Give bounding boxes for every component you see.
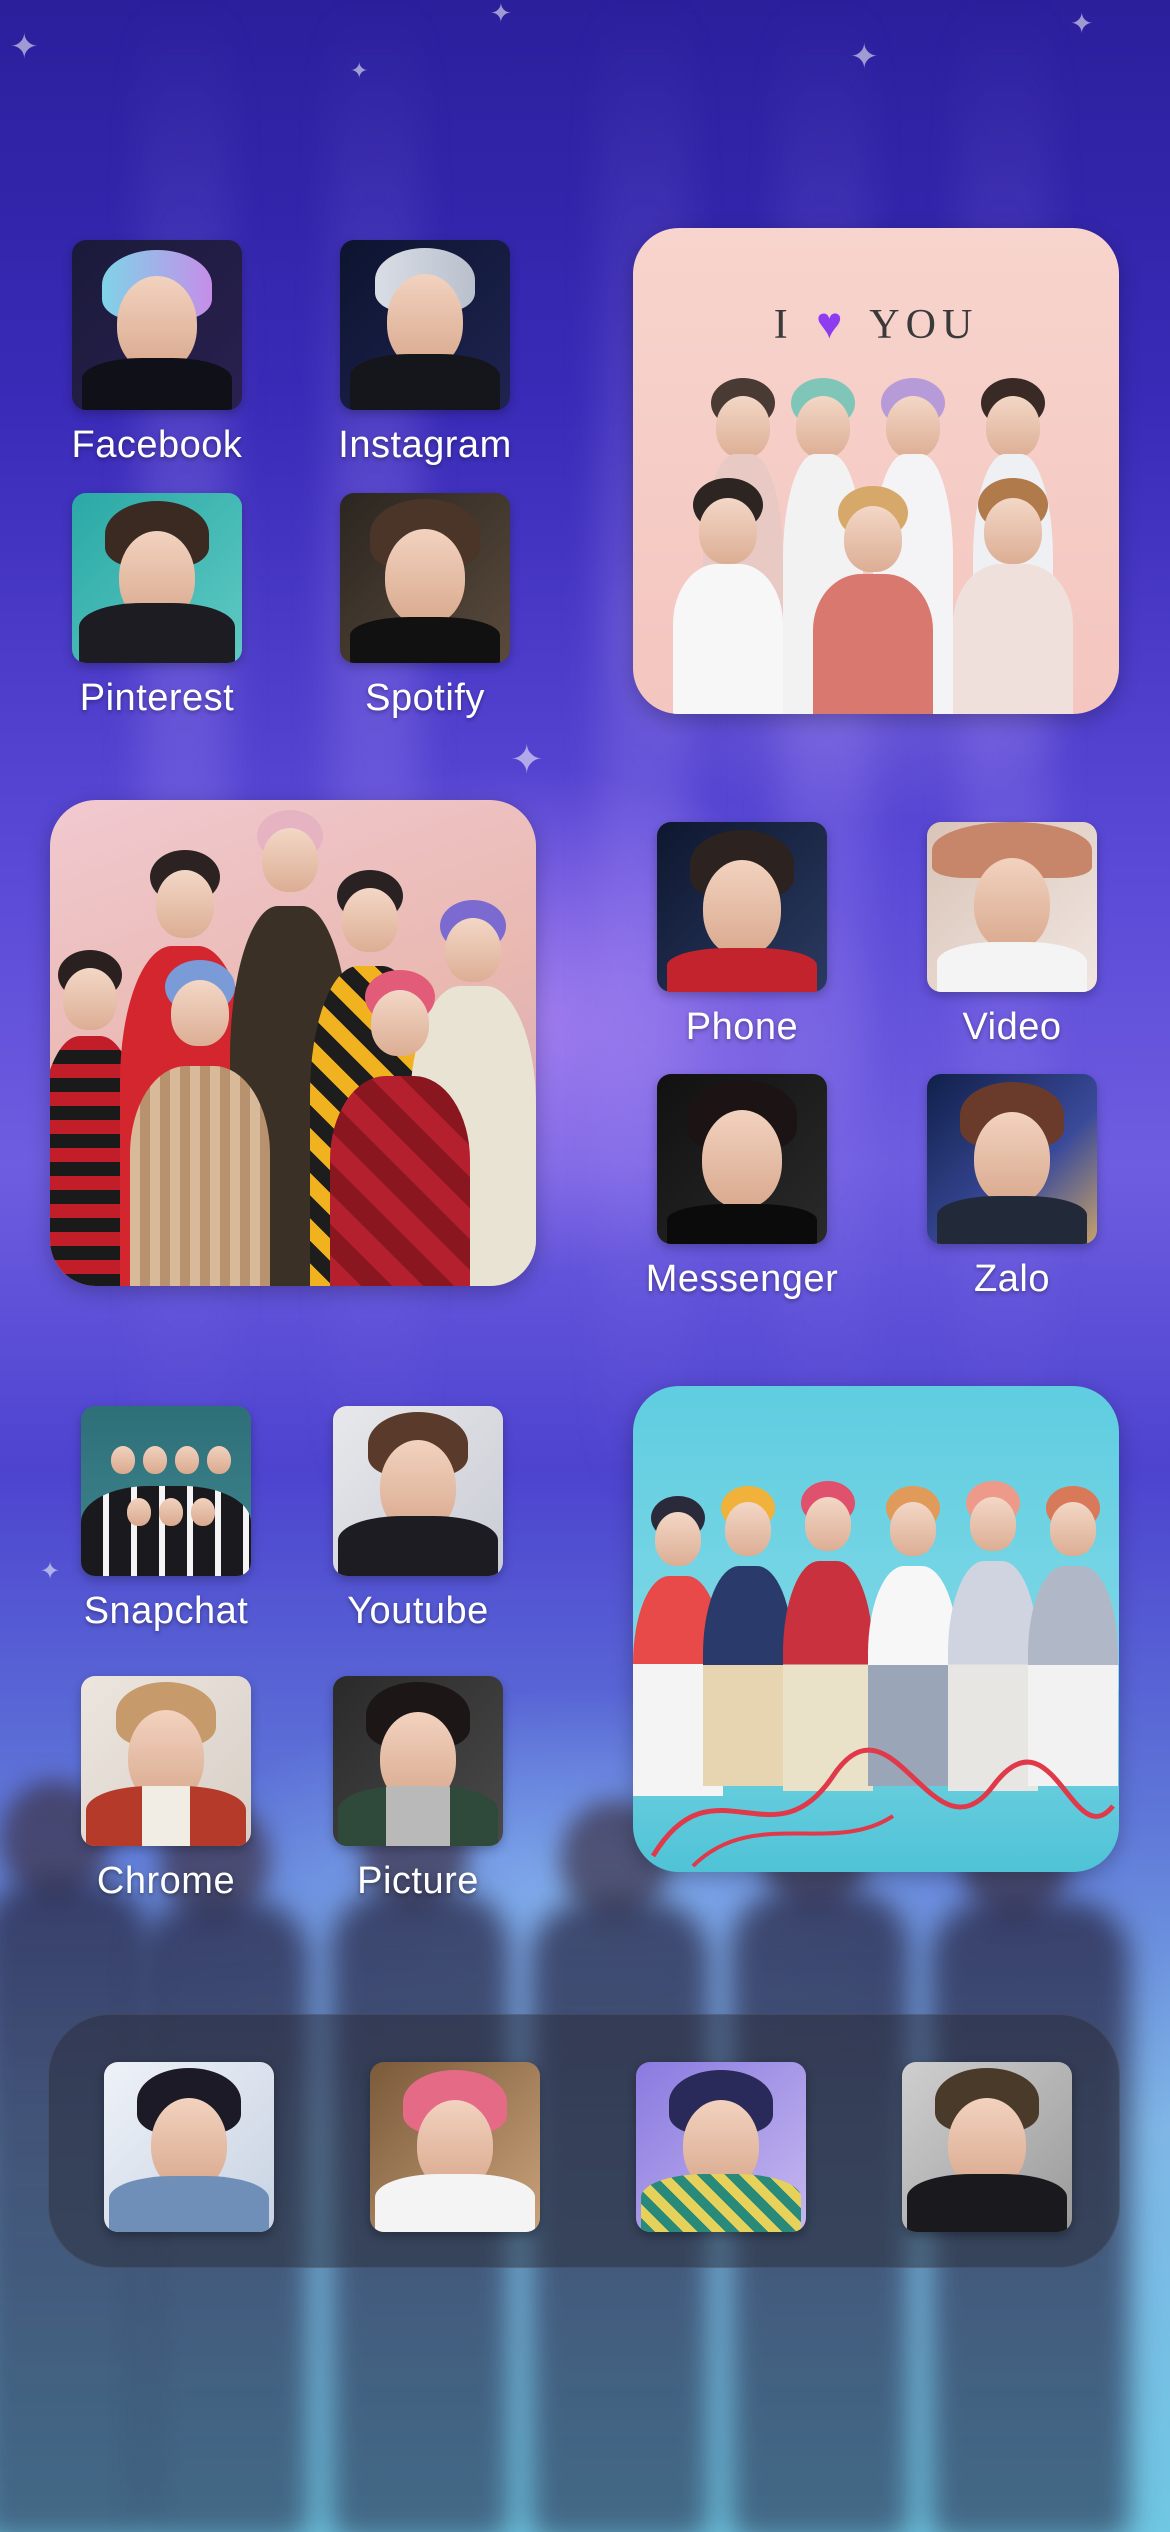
group-member: [953, 478, 1073, 714]
zalo-icon: [927, 1074, 1097, 1244]
app-zalo[interactable]: Zalo: [892, 1074, 1132, 1301]
photo-widget-group[interactable]: [50, 800, 536, 1286]
app-label: Chrome: [96, 1860, 236, 1902]
app-label: Instagram: [338, 424, 512, 466]
pinterest-icon: [72, 493, 242, 663]
home-screen: ✦ ✦ ✦ ✦ ✦ ✦ ✦ ✦ Facebook: [0, 0, 1170, 2532]
sparkle-icon: ✦: [1070, 8, 1094, 39]
picture-icon: [333, 1676, 503, 1846]
app-label: Messenger: [645, 1258, 839, 1300]
caption-word: I: [773, 302, 794, 348]
app-label: Snapchat: [83, 1590, 249, 1632]
group-member: [673, 478, 783, 714]
dock-app-2-icon[interactable]: [370, 2062, 540, 2232]
chrome-icon: [81, 1676, 251, 1846]
spotify-icon: [340, 493, 510, 663]
app-label: Phone: [685, 1006, 799, 1048]
snapchat-icon: [81, 1406, 251, 1576]
group-member: [330, 970, 470, 1286]
sparkle-icon: ✦: [10, 28, 39, 66]
app-label: Youtube: [347, 1590, 489, 1632]
dock-app-3-icon[interactable]: [636, 2062, 806, 2232]
instagram-icon: [340, 240, 510, 410]
app-label: Picture: [357, 1860, 479, 1902]
dock-app-1-icon[interactable]: [104, 2062, 274, 2232]
sparkle-icon: ✦: [850, 38, 879, 76]
group-member: [130, 960, 270, 1286]
photo-widget-i-love-you[interactable]: I ♥ YOU: [633, 228, 1119, 714]
app-video[interactable]: Video: [892, 822, 1132, 1049]
heart-icon: ♥: [816, 299, 849, 348]
app-spotify[interactable]: Spotify: [305, 493, 545, 720]
youtube-icon: [333, 1406, 503, 1576]
app-facebook[interactable]: Facebook: [37, 240, 277, 467]
app-snapchat[interactable]: Snapchat: [46, 1406, 286, 1633]
sparkle-icon: ✦: [510, 738, 544, 782]
facebook-icon: [72, 240, 242, 410]
app-messenger[interactable]: Messenger: [622, 1074, 862, 1301]
app-instagram[interactable]: Instagram: [305, 240, 545, 467]
phone-icon: [657, 822, 827, 992]
app-youtube[interactable]: Youtube: [298, 1406, 538, 1633]
dock: [48, 2014, 1120, 2268]
photo-widget-blue[interactable]: [633, 1386, 1119, 1872]
sparkle-icon: ✦: [350, 58, 369, 83]
group-member: [813, 486, 933, 714]
app-pinterest[interactable]: Pinterest: [37, 493, 277, 720]
app-label: Zalo: [974, 1258, 1050, 1300]
app-label: Spotify: [365, 677, 485, 719]
dock-app-4-icon[interactable]: [902, 2062, 1072, 2232]
app-label: Facebook: [71, 424, 243, 466]
sparkle-icon: ✦: [490, 0, 512, 28]
decorative-cable: [650, 1747, 1115, 1868]
caption-word: YOU: [869, 302, 979, 348]
app-phone[interactable]: Phone: [622, 822, 862, 1049]
app-picture[interactable]: Picture: [298, 1676, 538, 1903]
messenger-icon: [657, 1074, 827, 1244]
app-label: Pinterest: [79, 677, 235, 719]
widget-caption: I ♥ YOU: [633, 298, 1119, 349]
app-chrome[interactable]: Chrome: [46, 1676, 286, 1903]
app-label: Video: [962, 1006, 1062, 1048]
video-icon: [927, 822, 1097, 992]
